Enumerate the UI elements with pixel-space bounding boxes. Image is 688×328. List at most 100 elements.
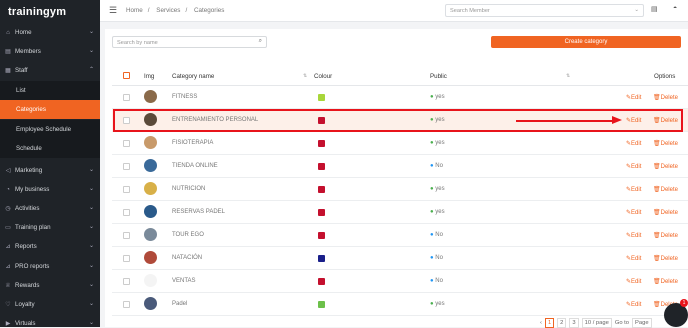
- chevron-down-icon: ⌄: [88, 186, 94, 192]
- public-status: ● No: [430, 163, 443, 169]
- breadcrumb-separator: /: [185, 7, 188, 14]
- sidebar-item-reports[interactable]: ⊿ Reports ⌄: [0, 237, 100, 256]
- user-icon[interactable]: ◓: [673, 5, 677, 12]
- delete-button[interactable]: 🗑Delete: [653, 163, 678, 170]
- sidebar-item-marketing[interactable]: ◁ Marketing ⌄: [0, 161, 100, 180]
- sidebar-item-schedule[interactable]: Schedule: [0, 139, 100, 158]
- sidebar-item-training-plan[interactable]: ▭ Training plan ⌄: [0, 218, 100, 237]
- search-icon[interactable]: ⌕: [259, 38, 262, 45]
- category-image: [144, 251, 157, 264]
- breadcrumb-home[interactable]: Home: [126, 7, 143, 14]
- sidebar-item-home[interactable]: ⌂ Home ⌄: [0, 23, 100, 42]
- sort-icon[interactable]: ⇅: [566, 73, 570, 79]
- delete-button[interactable]: 🗑Delete: [653, 278, 678, 285]
- row-checkbox[interactable]: [123, 255, 130, 262]
- colour-swatch: [318, 232, 325, 239]
- public-status: ● yes: [430, 94, 445, 100]
- chevron-down-icon: ⌄: [88, 320, 94, 326]
- sidebar-item-loyalty[interactable]: ♡ Loyalty ⌄: [0, 295, 100, 314]
- home-icon: ⌂: [6, 29, 10, 36]
- delete-button[interactable]: 🗑Delete: [653, 232, 678, 239]
- chevron-up-icon: ⌃: [88, 67, 94, 73]
- colour-swatch: [318, 94, 325, 101]
- chat-badge: 1: [680, 299, 688, 307]
- sidebar-item-virtuals[interactable]: ▶ Virtuals ⌄: [0, 314, 100, 327]
- table-row: TIENDA ONLINE ● No ✎Edit 🗑Delete: [112, 155, 688, 178]
- chevron-down-icon: ⌄: [88, 263, 94, 269]
- edit-button[interactable]: ✎Edit: [626, 301, 641, 308]
- table-row: VENTAS ● No ✎Edit 🗑Delete: [112, 270, 688, 293]
- sidebar-item-staff[interactable]: ▦ Staff ⌃: [0, 61, 100, 80]
- edit-button[interactable]: ✎Edit: [626, 163, 641, 170]
- edit-button[interactable]: ✎Edit: [626, 186, 641, 193]
- row-checkbox[interactable]: [123, 301, 130, 308]
- row-checkbox[interactable]: [123, 186, 130, 193]
- grid-icon[interactable]: ▤: [651, 5, 658, 13]
- trash-icon: 🗑: [653, 279, 661, 285]
- edit-button[interactable]: ✎Edit: [626, 255, 641, 262]
- colour-swatch: [318, 255, 325, 262]
- table-header: Img Category name ⇅ Colour Public ⇅ Opti…: [112, 68, 688, 86]
- megaphone-icon: ◁: [5, 168, 11, 174]
- chevron-down-icon: ⌄: [88, 224, 94, 230]
- row-checkbox[interactable]: [123, 209, 130, 216]
- breadcrumb-current: Categories: [193, 7, 225, 14]
- edit-button[interactable]: ✎Edit: [626, 278, 641, 285]
- delete-button[interactable]: 🗑Delete: [653, 209, 678, 216]
- public-status: ● yes: [430, 209, 445, 215]
- table-row: RESERVAS PADEL ● yes ✎Edit 🗑Delete: [112, 201, 688, 224]
- sidebar-item-rewards[interactable]: ♕ Rewards ⌄: [0, 276, 100, 295]
- edit-button[interactable]: ✎Edit: [626, 232, 641, 239]
- category-image: [144, 159, 157, 172]
- row-checkbox[interactable]: [123, 140, 130, 147]
- colour-swatch: [318, 278, 325, 285]
- play-icon: ▶: [5, 321, 11, 327]
- sidebar-item-categories[interactable]: Categories: [0, 100, 100, 119]
- delete-button[interactable]: 🗑Delete: [653, 140, 678, 147]
- chevron-down-icon: ⌄: [88, 205, 94, 211]
- delete-button[interactable]: 🗑Delete: [653, 255, 678, 262]
- sidebar-item-employee-schedule[interactable]: Employee Schedule: [0, 120, 100, 139]
- search-input[interactable]: Search by name ⌕: [112, 36, 267, 48]
- table-row: FISIOTERAPIA ● yes ✎Edit 🗑Delete: [112, 132, 688, 155]
- row-checkbox[interactable]: [123, 232, 130, 239]
- category-name: NATACIÓN: [172, 255, 203, 261]
- public-status: ● yes: [430, 140, 445, 146]
- hamburger-icon[interactable]: ☰: [109, 5, 117, 16]
- row-checkbox[interactable]: [123, 278, 130, 285]
- logo: trainingym: [8, 6, 67, 18]
- sidebar-item-pro-reports[interactable]: ⊿ PRO reports ⌄: [0, 257, 100, 276]
- chart-icon: ◔: [6, 186, 10, 193]
- chevron-down-icon: ⌄: [88, 48, 94, 54]
- table-row: TOUR EGO ● No ✎Edit 🗑Delete: [112, 224, 688, 247]
- trash-icon: 🗑: [653, 210, 661, 216]
- category-name: FITNESS: [172, 94, 198, 100]
- sidebar-item-members[interactable]: ▤ Members ⌄: [0, 42, 100, 61]
- header-public[interactable]: Public: [430, 73, 447, 80]
- delete-button[interactable]: 🗑Delete: [653, 186, 678, 193]
- sidebar-item-list[interactable]: List: [0, 81, 100, 100]
- table-row: NUTRICION ● yes ✎Edit 🗑Delete: [112, 178, 688, 201]
- sidebar-item-activities[interactable]: ◷ Activities ⌄: [0, 199, 100, 218]
- annotation-arrow-head: [612, 116, 622, 124]
- public-status: ● No: [430, 232, 443, 238]
- edit-button[interactable]: ✎Edit: [626, 140, 641, 147]
- create-category-button[interactable]: Create category: [491, 36, 681, 48]
- sidebar-item-my-business[interactable]: ◔ My business ⌄: [0, 180, 100, 199]
- edit-button[interactable]: ✎Edit: [626, 94, 641, 101]
- row-checkbox[interactable]: [123, 94, 130, 101]
- chevron-down-icon: ⌄: [88, 167, 94, 173]
- header-category-name[interactable]: Category name: [172, 73, 214, 80]
- delete-button[interactable]: 🗑Delete: [653, 94, 678, 101]
- select-all-checkbox[interactable]: [123, 72, 130, 79]
- row-checkbox[interactable]: [123, 163, 130, 170]
- chevron-down-icon: ⌄: [88, 301, 94, 307]
- member-search-select[interactable]: Search Member ⌄: [445, 4, 644, 17]
- sort-icon[interactable]: ⇅: [303, 73, 307, 79]
- breadcrumb-services[interactable]: Services: [156, 7, 180, 14]
- staff-icon: ▦: [5, 68, 11, 74]
- table-row: NATACIÓN ● No ✎Edit 🗑Delete: [112, 247, 688, 270]
- header-options: Options: [654, 73, 676, 80]
- prev-page-icon[interactable]: ‹: [540, 320, 542, 326]
- edit-button[interactable]: ✎Edit: [626, 209, 641, 216]
